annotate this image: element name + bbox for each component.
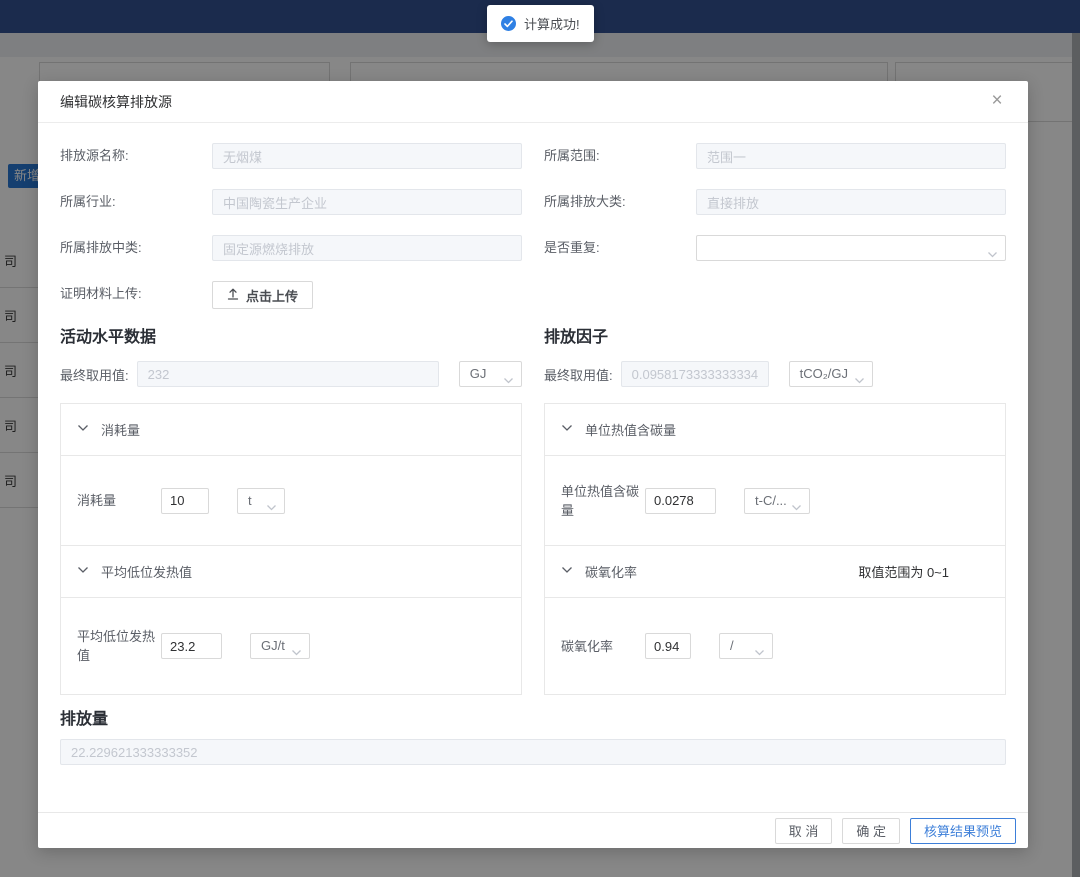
field-scope: 所属范围: bbox=[544, 143, 1006, 169]
result-preview-button[interactable]: 核算结果预览 bbox=[910, 818, 1016, 844]
confirm-button[interactable]: 确 定 bbox=[842, 818, 900, 844]
collapse-title: 单位热值含碳量 bbox=[585, 420, 676, 439]
collapse-header-heat-value[interactable]: 平均低位发热值 bbox=[61, 546, 521, 598]
collapse-title: 平均低位发热值 bbox=[101, 562, 192, 581]
section-title-activity: 活动水平数据 bbox=[60, 327, 522, 349]
emission-amount-input bbox=[60, 739, 1006, 765]
dialog-header: 编辑碳核算排放源 × bbox=[38, 81, 1028, 123]
heat-value-input[interactable] bbox=[161, 633, 222, 659]
activity-final-row: 最终取用值: GJ bbox=[60, 361, 522, 387]
cancel-button[interactable]: 取 消 bbox=[775, 818, 833, 844]
chevron-down-icon bbox=[561, 422, 573, 437]
chevron-down-icon bbox=[77, 422, 89, 437]
chevron-down-icon bbox=[987, 244, 998, 268]
factor-final-value-input bbox=[621, 361, 769, 387]
field-label: 排放源名称: bbox=[60, 143, 212, 169]
oxidation-rate-row: 碳氧化率 / bbox=[545, 598, 1005, 694]
row-label: 消耗量 bbox=[77, 491, 161, 510]
toast-message: 计算成功! bbox=[524, 14, 580, 33]
selected-value: t bbox=[248, 493, 252, 508]
chevron-down-icon bbox=[561, 564, 573, 579]
chevron-down-icon bbox=[754, 642, 765, 666]
oxidation-rate-unit-select[interactable]: / bbox=[719, 633, 773, 659]
collapse-header-oxidation-rate[interactable]: 碳氧化率 取值范围为 0~1 bbox=[545, 546, 1005, 598]
range-hint-text: 取值范围为 0~1 bbox=[858, 562, 989, 581]
chevron-down-icon bbox=[266, 497, 277, 521]
row-label: 平均低位发热值 bbox=[77, 627, 161, 665]
field-upload: 证明材料上传: 点击上传 bbox=[60, 281, 522, 307]
chevron-down-icon bbox=[791, 497, 802, 521]
section-title-factor: 排放因子 bbox=[544, 327, 1006, 349]
selected-value: GJ/t bbox=[261, 638, 285, 653]
field-duplicate: 是否重复: bbox=[544, 235, 1006, 261]
field-label: 所属范围: bbox=[544, 143, 696, 169]
field-label: 所属排放大类: bbox=[544, 189, 696, 215]
activity-panel: 消耗量 消耗量 t bbox=[60, 403, 522, 695]
check-circle-icon bbox=[501, 16, 516, 31]
consumption-row: 消耗量 t bbox=[61, 456, 521, 546]
final-value-label: 最终取用值: bbox=[544, 365, 613, 384]
factor-panel: 单位热值含碳量 单位热值含碳量 t-C/... bbox=[544, 403, 1006, 695]
scope-input bbox=[696, 143, 1006, 169]
activity-final-value-input bbox=[137, 361, 439, 387]
consumption-input[interactable] bbox=[161, 488, 209, 514]
factor-unit-select[interactable]: tCO₂/GJ bbox=[789, 361, 873, 387]
emission-amount-title: 排放量 bbox=[60, 709, 1006, 731]
source-name-input bbox=[212, 143, 522, 169]
field-major-category: 所属排放大类: bbox=[544, 189, 1006, 215]
chevron-down-icon bbox=[77, 564, 89, 579]
row-label: 碳氧化率 bbox=[561, 637, 645, 656]
oxidation-rate-input[interactable] bbox=[645, 633, 691, 659]
field-label: 证明材料上传: bbox=[60, 281, 212, 307]
upload-button-label: 点击上传 bbox=[246, 286, 298, 305]
duplicate-select[interactable] bbox=[696, 235, 1006, 261]
basic-info-form: 排放源名称: 所属范围: 所属行业: 所属排放大类: 所属排放中类: 是否重复: bbox=[60, 143, 1006, 327]
emission-amount-section: 排放量 bbox=[60, 709, 1006, 765]
upload-button[interactable]: 点击上传 bbox=[212, 281, 313, 309]
heat-value-row: 平均低位发热值 GJ/t bbox=[61, 598, 521, 694]
field-label: 所属排放中类: bbox=[60, 235, 212, 261]
collapse-header-consumption[interactable]: 消耗量 bbox=[61, 404, 521, 456]
selected-value: / bbox=[730, 638, 734, 653]
collapse-title: 消耗量 bbox=[101, 420, 140, 439]
success-toast: 计算成功! bbox=[487, 5, 594, 42]
selected-value: t-C/... bbox=[755, 493, 787, 508]
field-label: 是否重复: bbox=[544, 235, 696, 261]
row-label: 单位热值含碳量 bbox=[561, 482, 645, 520]
collapse-header-carbon-content[interactable]: 单位热值含碳量 bbox=[545, 404, 1005, 456]
field-source-name: 排放源名称: bbox=[60, 143, 522, 169]
activity-data-section: 活动水平数据 最终取用值: GJ bbox=[60, 327, 522, 695]
collapse-title: 碳氧化率 bbox=[585, 562, 637, 581]
emission-factor-section: 排放因子 最终取用值: tCO₂/GJ bbox=[544, 327, 1006, 695]
activity-unit-select[interactable]: GJ bbox=[459, 361, 522, 387]
heat-value-unit-select[interactable]: GJ/t bbox=[250, 633, 310, 659]
chevron-down-icon bbox=[854, 370, 865, 394]
carbon-content-unit-select[interactable]: t-C/... bbox=[744, 488, 810, 514]
factor-final-row: 最终取用值: tCO₂/GJ bbox=[544, 361, 1006, 387]
final-value-label: 最终取用值: bbox=[60, 365, 129, 384]
field-label: 所属行业: bbox=[60, 189, 212, 215]
consumption-unit-select[interactable]: t bbox=[237, 488, 285, 514]
upload-icon bbox=[227, 287, 239, 303]
dialog-footer: 取 消 确 定 核算结果预览 bbox=[38, 812, 1028, 848]
major-category-input bbox=[696, 189, 1006, 215]
chevron-down-icon bbox=[291, 642, 302, 666]
industry-input bbox=[212, 189, 522, 215]
field-industry: 所属行业: bbox=[60, 189, 522, 215]
dialog-title: 编辑碳核算排放源 bbox=[60, 94, 172, 110]
edit-emission-source-dialog: 编辑碳核算排放源 × 排放源名称: 所属范围: 所属行业: 所属排放大类: bbox=[38, 81, 1028, 848]
chevron-down-icon bbox=[503, 370, 514, 394]
selected-value: GJ bbox=[470, 366, 487, 381]
field-mid-category: 所属排放中类: bbox=[60, 235, 522, 261]
carbon-content-input[interactable] bbox=[645, 488, 716, 514]
selected-value: tCO₂/GJ bbox=[800, 366, 848, 381]
carbon-content-row: 单位热值含碳量 t-C/... bbox=[545, 456, 1005, 546]
close-icon[interactable]: × bbox=[982, 81, 1012, 123]
mid-category-input bbox=[212, 235, 522, 261]
